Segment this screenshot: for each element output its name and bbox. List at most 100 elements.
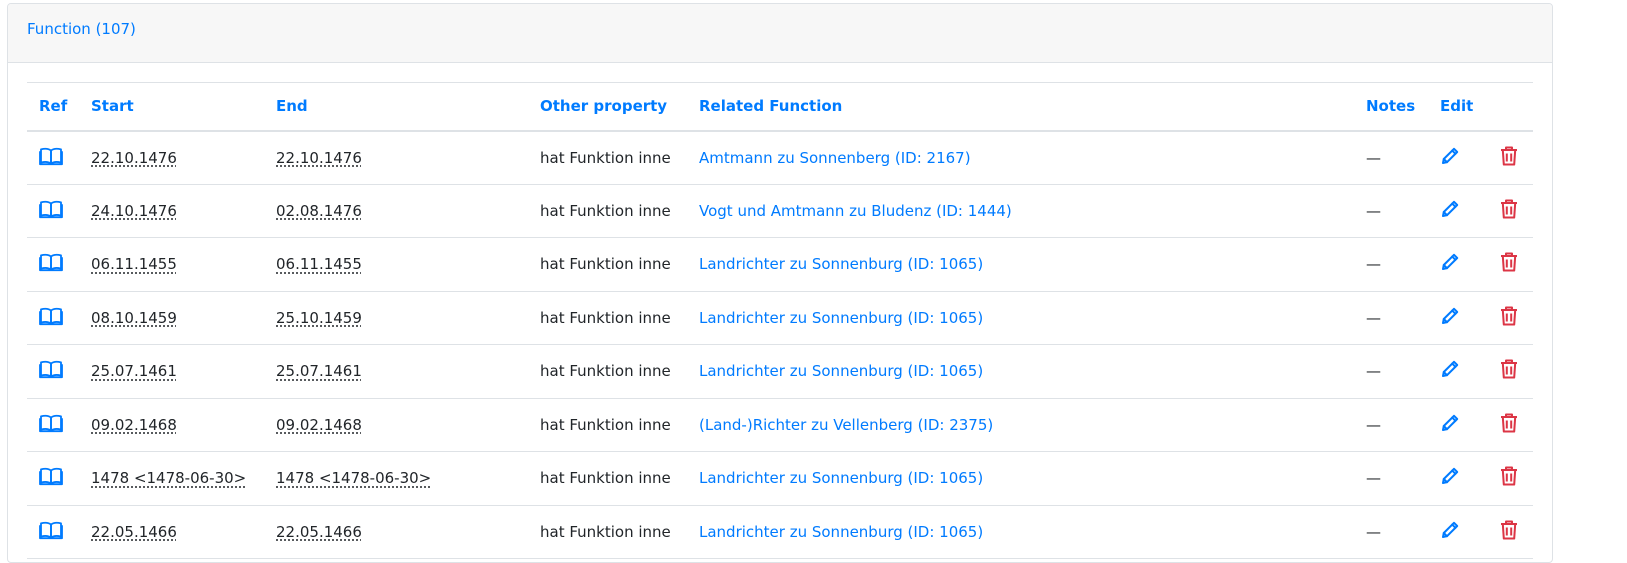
end-date: 22.05.1466 — [276, 522, 362, 541]
edit-cell — [1428, 238, 1488, 292]
edit-cell — [1428, 505, 1488, 559]
related-function-cell: (Land-)Richter zu Vellenberg (ID: 2375) — [687, 398, 1354, 452]
end-date: 06.11.1455 — [276, 255, 362, 274]
function-panel: Function (107) Ref Start End Other prope… — [7, 3, 1553, 563]
delete-cell — [1488, 345, 1533, 399]
ref-cell — [27, 184, 79, 238]
pencil-icon[interactable] — [1440, 359, 1460, 379]
delete-cell — [1488, 505, 1533, 559]
panel-header: Function (107) — [8, 4, 1552, 63]
start-date-cell: 22.05.1466 — [79, 505, 264, 559]
book-icon[interactable] — [39, 306, 63, 326]
other-property-cell: hat Funktion inne — [540, 308, 671, 327]
trash-icon[interactable] — [1500, 359, 1518, 379]
book-icon[interactable] — [39, 413, 63, 433]
book-icon[interactable] — [39, 199, 63, 219]
column-header-ref[interactable]: Ref — [27, 83, 79, 131]
edit-cell — [1428, 184, 1488, 238]
pencil-icon[interactable] — [1440, 466, 1460, 486]
notes-cell: — — [1366, 362, 1381, 381]
start-date-cell: 24.10.1476 — [79, 184, 264, 238]
related-function-link[interactable]: Landrichter zu Sonnenburg (ID: 1065) — [699, 362, 983, 380]
start-date-cell: 25.07.1461 — [79, 345, 264, 399]
notes-cell: — — [1366, 148, 1381, 167]
other-property-cell: hat Funktion inne — [540, 201, 671, 220]
delete-cell — [1488, 291, 1533, 345]
delete-cell — [1488, 238, 1533, 292]
column-header-start[interactable]: Start — [79, 83, 264, 131]
trash-icon[interactable] — [1500, 466, 1518, 486]
start-date-cell: 1478 <1478-06-30> — [79, 452, 264, 506]
pencil-icon[interactable] — [1440, 413, 1460, 433]
panel-title-toggle[interactable]: Function (107) — [27, 20, 136, 38]
related-function-cell: Landrichter zu Sonnenburg (ID: 1065) — [687, 345, 1354, 399]
edit-cell — [1428, 452, 1488, 506]
pencil-icon[interactable] — [1440, 252, 1460, 272]
column-header-other-property[interactable]: Other property — [528, 83, 687, 131]
book-icon[interactable] — [39, 520, 63, 540]
pencil-icon[interactable] — [1440, 520, 1460, 540]
start-date-cell: 22.10.1476 — [79, 131, 264, 185]
end-date-cell: 09.02.1468 — [264, 398, 528, 452]
pencil-icon[interactable] — [1440, 146, 1460, 166]
notes-cell: — — [1366, 308, 1381, 327]
related-function-link[interactable]: Amtmann zu Sonnenberg (ID: 2167) — [699, 149, 971, 167]
delete-cell — [1488, 452, 1533, 506]
table-row: 22.10.1476 22.10.1476 hat Funktion inne … — [27, 131, 1533, 185]
edit-cell — [1428, 345, 1488, 399]
related-function-link[interactable]: Landrichter zu Sonnenburg (ID: 1065) — [699, 255, 983, 273]
start-date: 22.05.1466 — [91, 522, 177, 541]
trash-icon[interactable] — [1500, 252, 1518, 272]
ref-cell — [27, 345, 79, 399]
book-icon[interactable] — [39, 146, 63, 166]
table-row: 1478 <1478-06-30> 1478 <1478-06-30> hat … — [27, 452, 1533, 506]
panel-body: Ref Start End Other property Related Fun… — [27, 82, 1533, 559]
ref-cell — [27, 452, 79, 506]
end-date-cell: 02.08.1476 — [264, 184, 528, 238]
end-date: 25.10.1459 — [276, 308, 362, 327]
related-function-cell: Vogt und Amtmann zu Bludenz (ID: 1444) — [687, 184, 1354, 238]
end-date-cell: 25.07.1461 — [264, 345, 528, 399]
column-header-edit[interactable]: Edit — [1428, 83, 1488, 131]
related-function-link[interactable]: Vogt und Amtmann zu Bludenz (ID: 1444) — [699, 202, 1012, 220]
table-row: 06.11.1455 06.11.1455 hat Funktion inne … — [27, 238, 1533, 292]
delete-cell — [1488, 398, 1533, 452]
trash-icon[interactable] — [1500, 146, 1518, 166]
book-icon[interactable] — [39, 252, 63, 272]
edit-cell — [1428, 398, 1488, 452]
related-function-link[interactable]: (Land-)Richter zu Vellenberg (ID: 2375) — [699, 416, 993, 434]
column-header-end[interactable]: End — [264, 83, 528, 131]
column-header-related-function[interactable]: Related Function — [687, 83, 1354, 131]
trash-icon[interactable] — [1500, 199, 1518, 219]
end-date-cell: 06.11.1455 — [264, 238, 528, 292]
pencil-icon[interactable] — [1440, 199, 1460, 219]
table-row: 24.10.1476 02.08.1476 hat Funktion inne … — [27, 184, 1533, 238]
end-date: 1478 <1478-06-30> — [276, 469, 432, 488]
column-header-notes[interactable]: Notes — [1354, 83, 1428, 131]
function-table: Ref Start End Other property Related Fun… — [27, 82, 1533, 559]
other-property-cell: hat Funktion inne — [540, 362, 671, 381]
related-function-link[interactable]: Landrichter zu Sonnenburg (ID: 1065) — [699, 469, 983, 487]
table-row: 09.02.1468 09.02.1468 hat Funktion inne … — [27, 398, 1533, 452]
table-row: 22.05.1466 22.05.1466 hat Funktion inne … — [27, 505, 1533, 559]
book-icon[interactable] — [39, 359, 63, 379]
other-property-cell: hat Funktion inne — [540, 522, 671, 541]
ref-cell — [27, 238, 79, 292]
notes-cell: — — [1366, 201, 1381, 220]
ref-cell — [27, 505, 79, 559]
related-function-link[interactable]: Landrichter zu Sonnenburg (ID: 1065) — [699, 523, 983, 541]
end-date-cell: 22.10.1476 — [264, 131, 528, 185]
related-function-link[interactable]: Landrichter zu Sonnenburg (ID: 1065) — [699, 309, 983, 327]
trash-icon[interactable] — [1500, 413, 1518, 433]
notes-cell: — — [1366, 255, 1381, 274]
start-date: 06.11.1455 — [91, 255, 177, 274]
trash-icon[interactable] — [1500, 306, 1518, 326]
trash-icon[interactable] — [1500, 520, 1518, 540]
start-date: 22.10.1476 — [91, 148, 177, 167]
start-date: 1478 <1478-06-30> — [91, 469, 247, 488]
pencil-icon[interactable] — [1440, 306, 1460, 326]
other-property-cell: hat Funktion inne — [540, 255, 671, 274]
notes-cell: — — [1366, 415, 1381, 434]
book-icon[interactable] — [39, 466, 63, 486]
end-date-cell: 1478 <1478-06-30> — [264, 452, 528, 506]
